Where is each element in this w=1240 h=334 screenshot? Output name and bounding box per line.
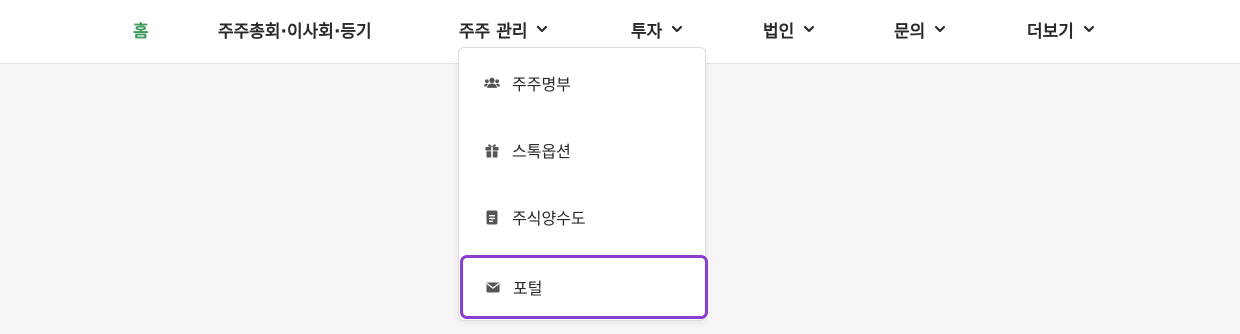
dropdown-item-stock-options[interactable]: 스톡옵션 — [459, 117, 705, 183]
nav-shareholder-management[interactable]: 주주 관리 — [459, 17, 548, 42]
chevron-down-icon — [1083, 23, 1095, 35]
nav-more-label: 더보기 — [1027, 21, 1074, 42]
nav-inquiry[interactable]: 문의 — [894, 17, 946, 42]
chevron-down-icon — [671, 23, 683, 35]
dropdown-item-label: 스톡옵션 — [512, 142, 571, 161]
nav-investment-label: 투자 — [631, 21, 663, 42]
dropdown-item-share-transfer[interactable]: 주식양수도 — [459, 184, 705, 250]
document-icon — [484, 209, 500, 225]
dropdown-item-label: 포털 — [513, 279, 543, 298]
dropdown-item-shareholder-registry[interactable]: 주주명부 — [459, 50, 705, 116]
nav-shareholder-meetings-label: 주주총회·이사회·등기 — [218, 21, 372, 42]
chevron-down-icon — [934, 23, 946, 35]
envelope-icon — [485, 279, 501, 295]
dropdown-item-label: 주식양수도 — [512, 209, 586, 228]
nav-home-label: 홈 — [133, 21, 149, 42]
nav-shareholder-meetings[interactable]: 주주총회·이사회·등기 — [218, 17, 372, 42]
nav-corporation-label: 법인 — [763, 21, 795, 42]
gift-icon — [484, 142, 500, 158]
nav-inquiry-label: 문의 — [894, 21, 926, 42]
nav-more[interactable]: 더보기 — [1027, 17, 1095, 42]
nav-home[interactable]: 홈 — [133, 17, 149, 42]
dropdown-item-label: 주주명부 — [512, 75, 571, 94]
chevron-down-icon — [803, 23, 815, 35]
dropdown-item-portal[interactable]: 포털 — [460, 255, 708, 319]
shareholder-management-dropdown: 주주명부 스톡옵션 주식양수도 포털 — [458, 47, 708, 321]
nav-investment[interactable]: 투자 — [631, 17, 683, 42]
nav-shareholder-management-label: 주주 관리 — [459, 21, 528, 42]
nav-corporation[interactable]: 법인 — [763, 17, 815, 42]
users-icon — [484, 75, 500, 91]
chevron-down-icon — [536, 23, 548, 35]
